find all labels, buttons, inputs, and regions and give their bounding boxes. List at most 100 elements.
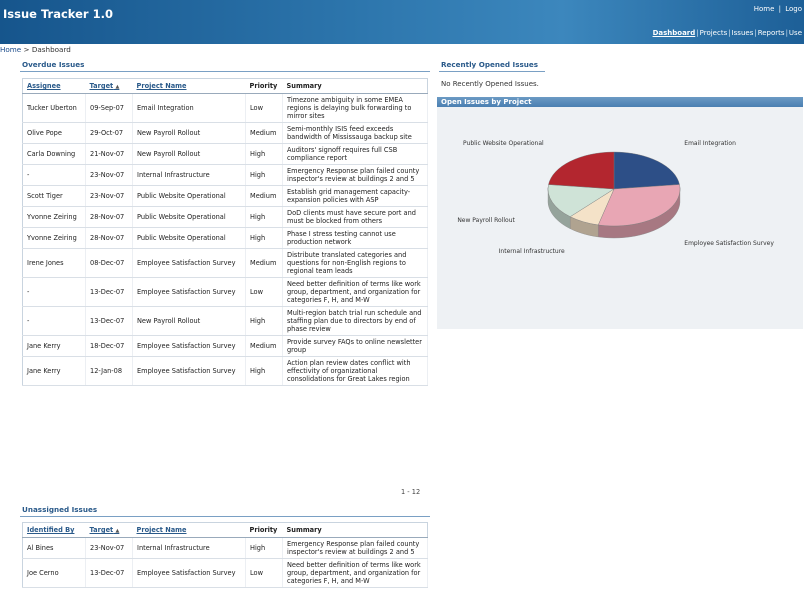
- table-row: Jane Kerry 12-Jan-08 Employee Satisfaction…: [22, 356, 428, 386]
- project-name-cell: Email Integration: [132, 93, 246, 123]
- priority-cell: Medium: [245, 122, 283, 144]
- recently-opened-title: Recently Opened Issues: [441, 60, 539, 69]
- column-header-summary: Summary: [282, 522, 428, 538]
- global-links: Home | Logo: [754, 5, 802, 13]
- summary-cell: Need better definition of terms like wor…: [282, 558, 428, 588]
- person-cell: -: [22, 306, 86, 336]
- column-header-priority: Priority: [245, 522, 283, 538]
- target-cell: 13-Dec-07: [85, 277, 133, 307]
- column-header-priority: Priority: [245, 78, 283, 94]
- target-cell: 09-Sep-07: [85, 93, 133, 123]
- summary-cell: Establish grid management capacity-expan…: [282, 185, 428, 207]
- person-cell: Jane Kerry: [22, 356, 86, 386]
- summary-cell: Timezone ambiguity in some EMEA regions …: [282, 93, 428, 123]
- person-cell: Yvonne Zeiring: [22, 227, 86, 249]
- column-header-project-name[interactable]: Project Name: [132, 522, 246, 538]
- target-cell: 13-Dec-07: [85, 558, 133, 588]
- target-cell: 08-Dec-07: [85, 248, 133, 278]
- priority-cell: Low: [245, 558, 283, 588]
- pie-slice-label: Public Website Operational: [463, 140, 544, 147]
- target-cell: 18-Dec-07: [85, 335, 133, 357]
- tab-issues[interactable]: Issues: [732, 29, 754, 37]
- table-row: -23-Nov-07 Internal Infrastructure High Eme…: [22, 164, 428, 186]
- priority-cell: High: [245, 306, 283, 336]
- table-row: -13-Dec-07 Employee Satisfaction Survey Lo…: [22, 277, 428, 307]
- breadcrumb-home[interactable]: Home: [0, 45, 21, 54]
- person-cell: Scott Tiger: [22, 185, 86, 207]
- summary-cell: Need better definition of terms like wor…: [282, 277, 428, 307]
- table-row: Carla Downing 21-Nov-07 New Payroll Rollou…: [22, 143, 428, 165]
- summary-cell: Auditors' signoff requires full CSB comp…: [282, 143, 428, 165]
- project-name-cell: New Payroll Rollout: [132, 143, 246, 165]
- project-name-cell: New Payroll Rollout: [132, 306, 246, 336]
- summary-cell: Emergency Response plan failed county in…: [282, 537, 428, 559]
- priority-cell: High: [245, 164, 283, 186]
- column-header-identified-by[interactable]: Identified By: [22, 522, 86, 538]
- project-name-cell: Internal Infrastructure: [132, 537, 246, 559]
- summary-cell: Action plan review dates conflict with e…: [282, 356, 428, 386]
- column-header-target[interactable]: Target ▲: [85, 522, 133, 538]
- tab-users[interactable]: Use: [789, 29, 802, 37]
- breadcrumb: Home > Dashboard: [0, 45, 71, 54]
- summary-cell: Emergency Response plan failed county in…: [282, 164, 428, 186]
- unassigned-title-rule: [20, 516, 430, 517]
- open-issues-chart-panel: Email Integration Employee Satisfaction S…: [437, 107, 803, 329]
- pie-slice-label: Email Integration: [684, 140, 736, 147]
- tab-dashboard[interactable]: Dashboard: [653, 29, 696, 37]
- summary-cell: Semi-monthly ISIS feed exceeds bandwidth…: [282, 122, 428, 144]
- recently-opened-empty-text: No Recently Opened Issues.: [441, 80, 539, 88]
- column-header-project-name[interactable]: Project Name: [132, 78, 246, 94]
- overdue-pagination: 1 - 12: [401, 488, 421, 496]
- project-name-cell: Employee Satisfaction Survey: [132, 277, 246, 307]
- person-cell: Yvonne Zeiring: [22, 206, 86, 228]
- priority-cell: Low: [245, 277, 283, 307]
- open-issues-by-project-title: Open Issues by Project: [437, 97, 803, 107]
- table-header-row: Assignee Target ▲ Project Name Priority …: [22, 78, 428, 94]
- target-cell: 28-Nov-07: [85, 206, 133, 228]
- summary-cell: Phase I stress testing cannot use produc…: [282, 227, 428, 249]
- target-cell: 13-Dec-07: [85, 306, 133, 336]
- person-cell: Jane Kerry: [22, 335, 86, 357]
- priority-cell: High: [245, 206, 283, 228]
- recent-title-rule: [439, 71, 545, 72]
- tab-reports[interactable]: Reports: [758, 29, 785, 37]
- breadcrumb-current: Dashboard: [31, 45, 71, 54]
- project-name-cell: Public Website Operational: [132, 227, 246, 249]
- overdue-issues-table: Assignee Target ▲ Project Name Priority …: [22, 78, 428, 386]
- project-name-cell: Employee Satisfaction Survey: [132, 335, 246, 357]
- project-name-cell: New Payroll Rollout: [132, 122, 246, 144]
- app-title: Issue Tracker 1.0: [3, 7, 113, 21]
- person-cell: -: [22, 164, 86, 186]
- project-name-cell: Public Website Operational: [132, 206, 246, 228]
- table-row: Olive Pope 29-Oct-07 New Payroll Rollout Me…: [22, 122, 428, 144]
- priority-cell: Medium: [245, 248, 283, 278]
- summary-cell: DoD clients must have secure port and mu…: [282, 206, 428, 228]
- tab-projects[interactable]: Projects: [700, 29, 728, 37]
- person-cell: -: [22, 277, 86, 307]
- table-row: Al Bines 23-Nov-07 Internal Infrastructure…: [22, 537, 428, 559]
- pie-slice[interactable]: [548, 151, 615, 190]
- project-name-cell: Internal Infrastructure: [132, 164, 246, 186]
- priority-cell: High: [245, 227, 283, 249]
- person-cell: Joe Cerno: [22, 558, 86, 588]
- pie-slice[interactable]: [613, 151, 680, 190]
- sort-ascending-icon: ▲: [115, 528, 120, 534]
- breadcrumb-separator: >: [23, 45, 30, 54]
- person-cell: Al Bines: [22, 537, 86, 559]
- home-link[interactable]: Home: [754, 5, 775, 13]
- summary-cell: Distribute translated categories and que…: [282, 248, 428, 278]
- table-row: Scott Tiger 23-Nov-07 Public Website Opera…: [22, 185, 428, 207]
- table-row: Joe Cerno 13-Dec-07 Employee Satisfaction …: [22, 558, 428, 588]
- person-cell: Olive Pope: [22, 122, 86, 144]
- person-cell: Tucker Uberton: [22, 93, 86, 123]
- priority-cell: High: [245, 356, 283, 386]
- column-header-target[interactable]: Target ▲: [85, 78, 133, 94]
- logout-link[interactable]: Logo: [785, 5, 802, 13]
- target-cell: 23-Nov-07: [85, 185, 133, 207]
- overdue-issues-title: Overdue Issues: [22, 60, 85, 69]
- person-cell: Irene Jones: [22, 248, 86, 278]
- person-cell: Carla Downing: [22, 143, 86, 165]
- column-header-assignee[interactable]: Assignee: [22, 78, 86, 94]
- sort-ascending-icon: ▲: [115, 84, 120, 90]
- summary-cell: Provide survey FAQs to online newsletter…: [282, 335, 428, 357]
